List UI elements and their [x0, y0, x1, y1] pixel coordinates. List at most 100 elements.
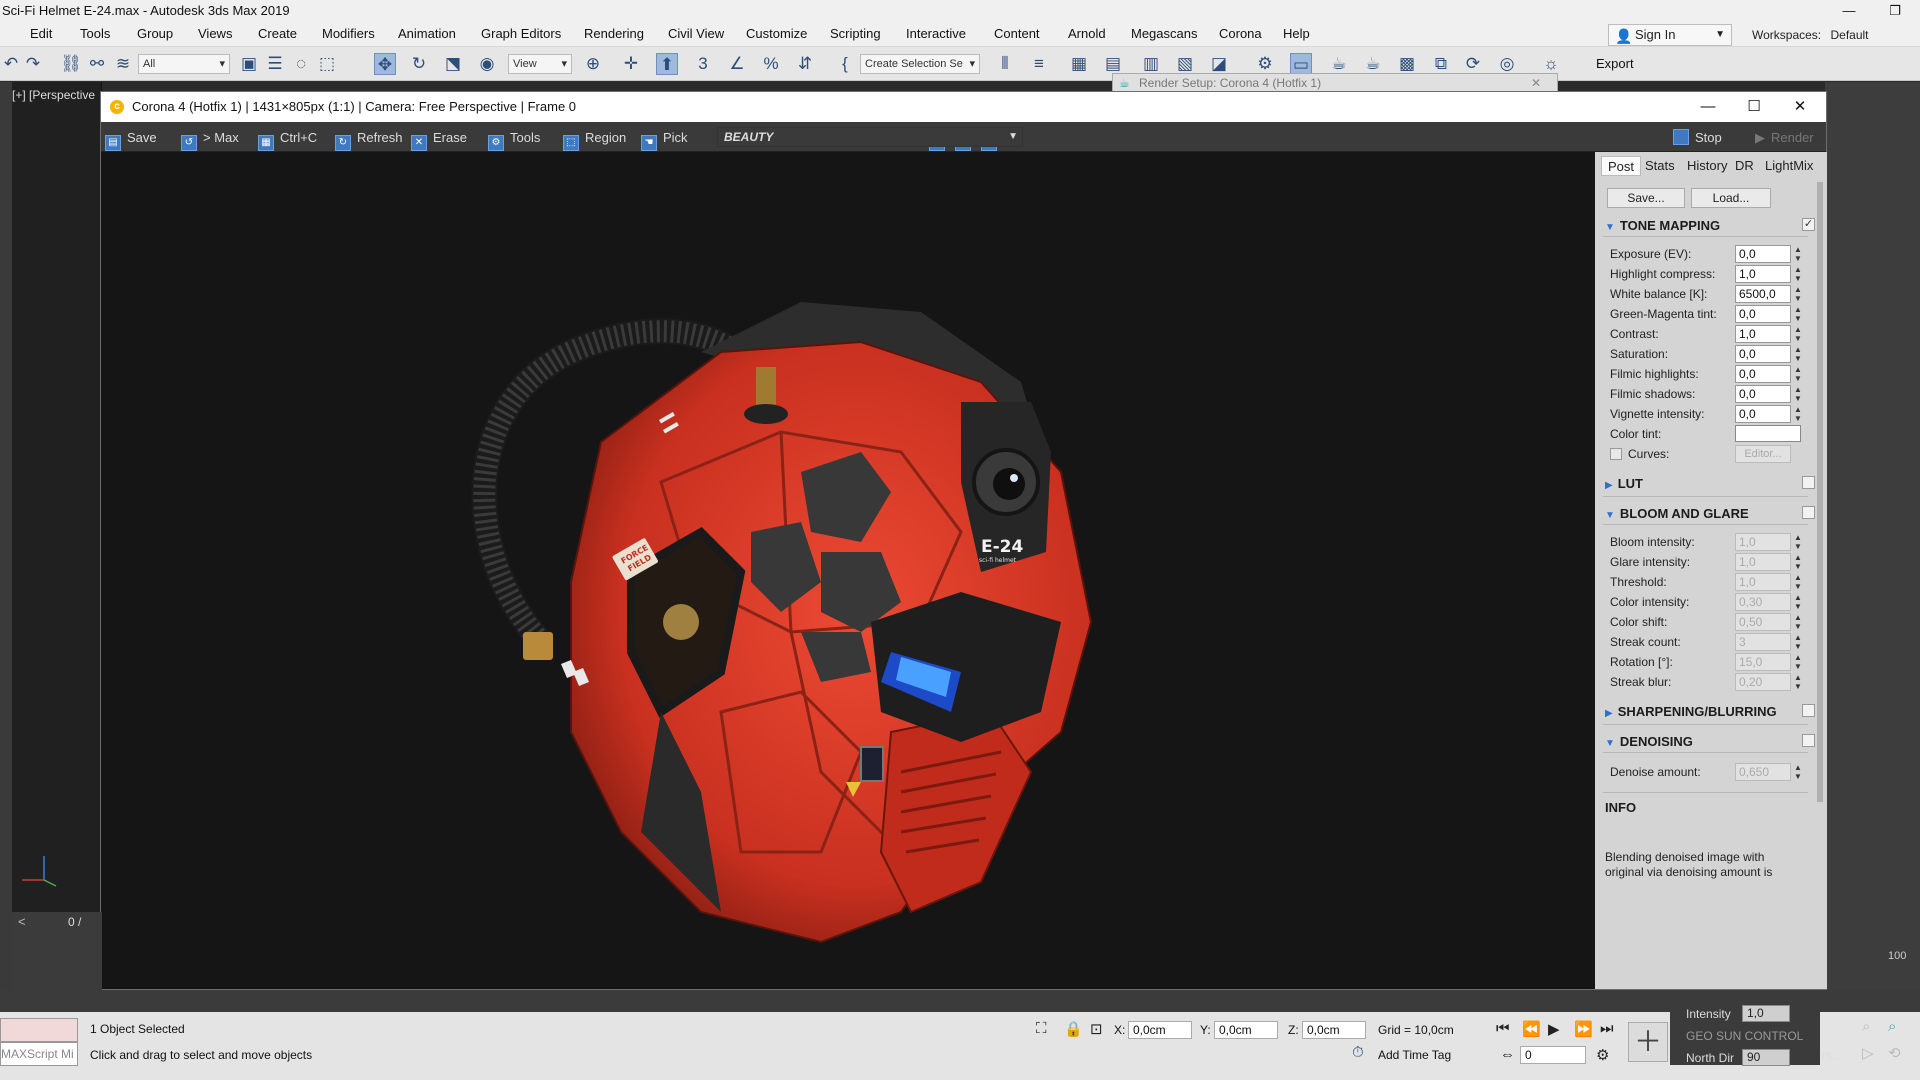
menu-group[interactable]: Group — [137, 26, 173, 41]
percent-snap-icon[interactable]: % — [760, 53, 782, 75]
vfb-close-button[interactable]: ✕ — [1777, 92, 1823, 122]
undo-icon[interactable]: ↶ — [0, 53, 22, 75]
bloom-glare-header[interactable]: ▼ BLOOM AND GLARE — [1605, 506, 1815, 521]
maxscript-mini-input[interactable]: MAXScript Mi — [0, 1042, 78, 1066]
isolate-icon[interactable]: ⛶ — [1036, 1020, 1047, 1037]
spinner-icon[interactable]: ▲ ▼ — [1793, 553, 1803, 571]
material-editor-icon[interactable]: ◪ — [1208, 53, 1230, 75]
spinner-icon[interactable]: ▲ ▼ — [1793, 633, 1803, 651]
sun-icon[interactable]: ☼ — [1540, 53, 1562, 75]
menu-arnold[interactable]: Arnold — [1068, 26, 1106, 41]
orbit-icon[interactable]: ⟲ — [1888, 1044, 1901, 1062]
pivot-center-icon[interactable]: ⊕ — [582, 53, 604, 75]
tint-field[interactable]: 0,0 — [1735, 305, 1791, 323]
spinner-icon[interactable]: ▲ ▼ — [1793, 653, 1803, 671]
vfb-erase-button[interactable]: ✕ Erase — [411, 129, 467, 151]
color-intensity-field[interactable]: 0,30 — [1735, 593, 1791, 611]
frame-counter[interactable]: 0 / — [68, 915, 81, 929]
absolute-mode-icon[interactable]: ⊡ — [1090, 1020, 1103, 1038]
vfb-tools-button[interactable]: ⚙ Tools — [488, 129, 540, 151]
render-iterative-icon[interactable]: ☕ — [1362, 53, 1384, 75]
sharpen-header[interactable]: ▶ SHARPENING/BLURRING — [1605, 704, 1815, 719]
key-mode-icon[interactable]: ⇔ — [1500, 1046, 1515, 1063]
contrast-field[interactable]: 1,0 — [1735, 325, 1791, 343]
add-time-tag[interactable]: Add Time Tag — [1378, 1048, 1451, 1062]
menu-scripting[interactable]: Scripting — [830, 26, 881, 41]
lut-checkbox[interactable] — [1802, 476, 1815, 489]
go-to-start-icon[interactable]: ⏮ — [1496, 1020, 1510, 1037]
tab-lightmix[interactable]: LightMix — [1759, 156, 1819, 176]
menu-rendering[interactable]: Rendering — [584, 26, 644, 41]
menu-interactive[interactable]: Interactive — [906, 26, 966, 41]
menu-help[interactable]: Help — [1283, 26, 1310, 41]
tab-dr[interactable]: DR — [1729, 156, 1760, 176]
render-shortcut[interactable]: rs... — [1822, 1048, 1842, 1062]
workspaces-select[interactable]: Default — [1830, 28, 1868, 42]
spinner-icon[interactable]: ▲ ▼ — [1793, 305, 1803, 323]
spinner-icon[interactable]: ▲ ▼ — [1793, 533, 1803, 551]
vfb-region-button[interactable]: ⬚ Region — [563, 129, 626, 151]
sharpen-checkbox[interactable] — [1802, 704, 1815, 717]
streak-count-field[interactable]: 3 — [1735, 633, 1791, 651]
lut-header[interactable]: ▶ LUT — [1605, 476, 1815, 491]
spinner-icon[interactable]: ▲ ▼ — [1793, 593, 1803, 611]
highlight-compress-field[interactable]: 1,0 — [1735, 265, 1791, 283]
menu-corona[interactable]: Corona — [1219, 26, 1262, 41]
spinner-snap-icon[interactable]: ⇵ — [794, 53, 816, 75]
menu-modifiers[interactable]: Modifiers — [322, 26, 375, 41]
previous-frame-icon[interactable]: ⏪ — [1522, 1020, 1541, 1038]
play-animation-icon[interactable]: ▶ — [1548, 1020, 1560, 1038]
keyboard-shortcut-override-icon[interactable]: ⬆ — [656, 53, 678, 75]
ribbon-icon[interactable]: ▤ — [1102, 53, 1124, 75]
menu-views[interactable]: Views — [198, 26, 232, 41]
glare-intensity-field[interactable]: 1,0 — [1735, 553, 1791, 571]
spinner-icon[interactable]: ▲ ▼ — [1793, 673, 1803, 691]
render-online-icon[interactable]: ▩ — [1396, 53, 1418, 75]
perspective-viewport[interactable] — [12, 82, 102, 912]
selection-filter-dropdown[interactable]: All ▾ — [138, 54, 230, 74]
spinner-icon[interactable]: ▲ ▼ — [1793, 405, 1803, 423]
next-frame-icon[interactable]: ⏩ — [1574, 1020, 1593, 1038]
spinner-icon[interactable]: ▲ ▼ — [1793, 763, 1803, 781]
save-preset-button[interactable]: Save... — [1607, 188, 1685, 208]
render-image[interactable]: E-24 sci-fi helmet FORCE FIELD — [101, 152, 1595, 989]
mirror-icon[interactable]: ⫴ — [994, 53, 1016, 75]
render-setup-icon[interactable]: ⚙ — [1254, 53, 1276, 75]
bind-spacewarp-icon[interactable]: ≋ — [112, 53, 134, 75]
exposure-field[interactable]: 0,0 — [1735, 245, 1791, 263]
layer-explorer-icon[interactable]: ▦ — [1068, 53, 1090, 75]
spinner-icon[interactable]: ▲ ▼ — [1793, 325, 1803, 343]
selection-set-dropdown[interactable]: Create Selection Se ▾ — [860, 54, 980, 74]
denoise-amount-field[interactable]: 0,650 — [1735, 763, 1791, 781]
restore-button[interactable]: ❐ — [1872, 0, 1918, 22]
denoising-header[interactable]: ▼ DENOISING — [1605, 734, 1815, 749]
curves-checkbox[interactable] — [1610, 448, 1622, 460]
pan-icon[interactable]: ▷ — [1862, 1044, 1874, 1062]
render-channel-dropdown[interactable]: BEAUTY ▼ — [717, 127, 1023, 147]
selection-region-icon[interactable]: ◌ — [290, 53, 312, 75]
bloom-intensity-field[interactable]: 1,0 — [1735, 533, 1791, 551]
z-coord-field[interactable]: 0,0cm — [1302, 1021, 1366, 1039]
menu-customize[interactable]: Customize — [746, 26, 807, 41]
menu-civil-view[interactable]: Civil View — [668, 26, 724, 41]
current-frame-field[interactable]: 0 — [1520, 1046, 1586, 1064]
vfb-to-max-button[interactable]: ↺ > Max — [181, 129, 239, 151]
filmic-highlights-field[interactable]: 0,0 — [1735, 365, 1791, 383]
menu-animation[interactable]: Animation — [398, 26, 456, 41]
align-icon[interactable]: ≡ — [1028, 53, 1050, 75]
render-setup-close-icon[interactable]: ✕ — [1531, 74, 1541, 92]
ref-coord-dropdown[interactable]: View ▾ — [508, 54, 572, 74]
maxscript-listener[interactable] — [0, 1018, 78, 1042]
zoom-extents-icon[interactable]: ⌕ — [1888, 1018, 1896, 1035]
select-manipulate-icon[interactable]: ✛ — [620, 53, 642, 75]
panel-scrollbar[interactable] — [1817, 182, 1823, 802]
export-button[interactable]: Export — [1596, 56, 1634, 71]
redo-icon[interactable]: ↷ — [22, 53, 44, 75]
viewport-label[interactable]: [+] [Perspective — [12, 88, 95, 102]
vfb-copy-button[interactable]: ▦ Ctrl+C — [258, 129, 317, 151]
menu-content[interactable]: Content — [994, 26, 1040, 41]
vfb-refresh-button[interactable]: ↻ Refresh — [335, 129, 403, 151]
render-production-icon[interactable]: ☕ — [1328, 53, 1350, 75]
intensity-field[interactable]: 1,0 — [1742, 1005, 1790, 1022]
color-shift-field[interactable]: 0,50 — [1735, 613, 1791, 631]
